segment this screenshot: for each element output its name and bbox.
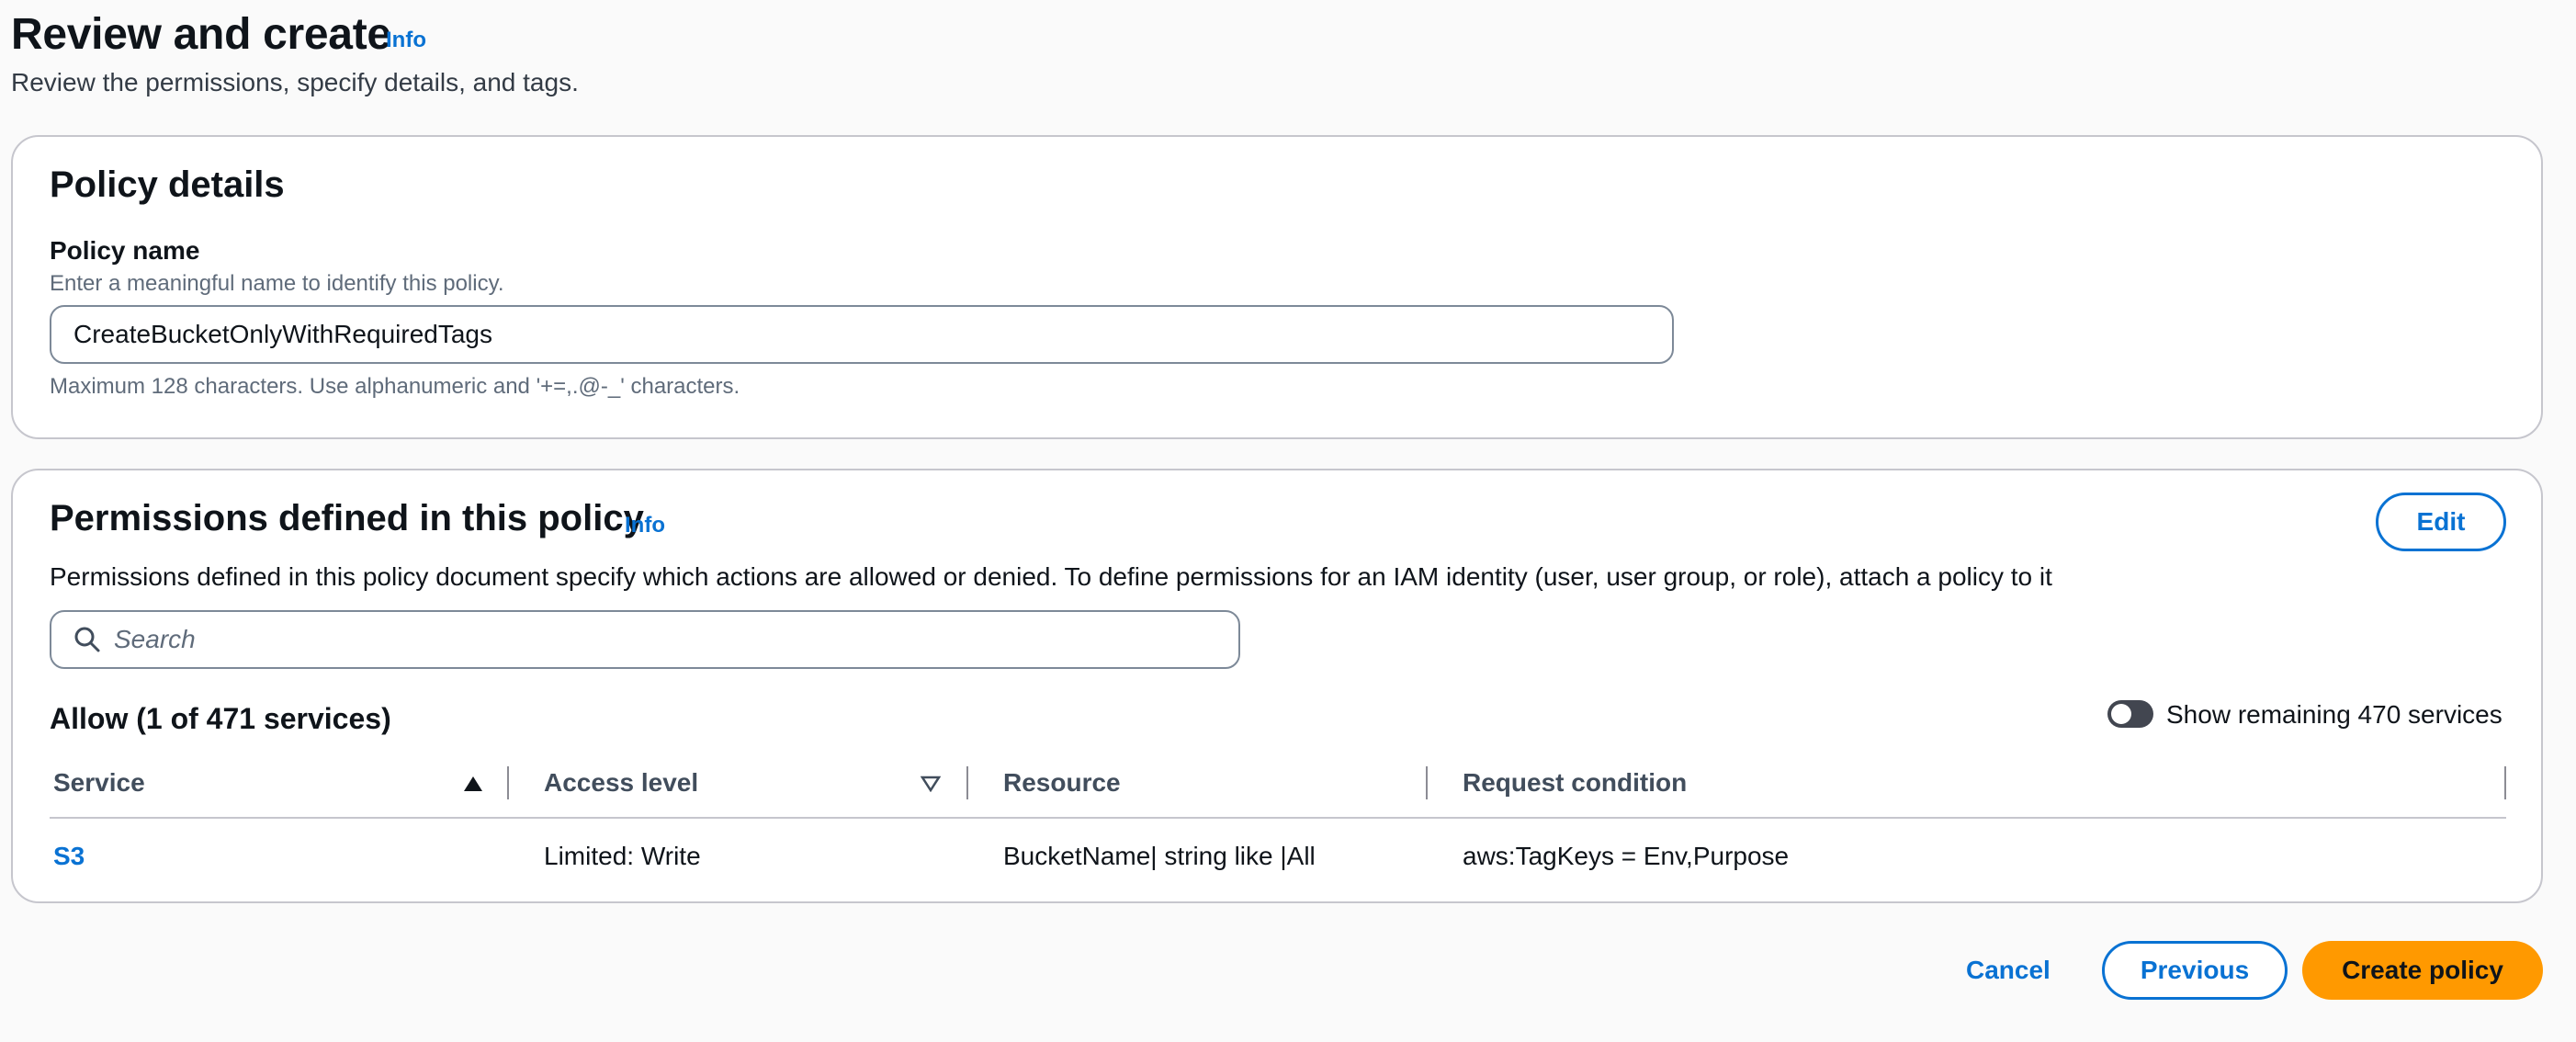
column-divider[interactable] xyxy=(2504,766,2506,799)
column-header-service[interactable]: Service xyxy=(53,768,145,798)
permissions-card: Permissions defined in this policy Info … xyxy=(11,469,2543,903)
column-header-resource[interactable]: Resource xyxy=(1003,768,1121,798)
sort-ascending-icon[interactable] xyxy=(463,776,483,797)
search-placeholder: Search xyxy=(114,625,196,653)
resource-cell: BucketName| string like |All xyxy=(1003,842,1316,870)
toggle-knob xyxy=(2111,704,2131,724)
sort-descending-icon[interactable] xyxy=(920,776,942,797)
request-condition-cell: aws:TagKeys = Env,Purpose xyxy=(1463,842,1790,870)
allow-heading: Allow (1 of 471 services) xyxy=(50,702,391,735)
column-divider[interactable] xyxy=(1426,766,1428,799)
table-header-divider xyxy=(50,817,2506,819)
column-header-request-condition[interactable]: Request condition xyxy=(1463,768,1687,798)
search-input[interactable]: Search xyxy=(50,610,1240,669)
column-divider[interactable] xyxy=(507,766,509,799)
show-remaining-toggle[interactable] xyxy=(2107,700,2153,728)
search-icon xyxy=(73,626,101,653)
policy-details-card: Policy details Policy name Enter a meani… xyxy=(11,135,2543,439)
policy-details-title: Policy details xyxy=(50,164,285,205)
edit-button[interactable]: Edit xyxy=(2376,493,2506,551)
service-link-s3[interactable]: S3 xyxy=(53,842,85,871)
permissions-title: Permissions defined in this policy xyxy=(50,498,644,538)
policy-name-input[interactable]: CreateBucketOnlyWithRequiredTags xyxy=(50,305,1674,364)
show-remaining-label: Show remaining 470 services xyxy=(2166,700,2503,729)
access-level-cell: Limited: Write xyxy=(544,842,701,870)
previous-button[interactable]: Previous xyxy=(2102,941,2288,1000)
policy-name-constraint: Maximum 128 characters. Use alphanumeric… xyxy=(50,374,740,399)
create-policy-button[interactable]: Create policy xyxy=(2302,941,2543,1000)
page-title: Review and create xyxy=(11,10,391,59)
page-description: Review the permissions, specify details,… xyxy=(11,68,579,96)
header-info-link[interactable]: Info xyxy=(386,28,426,53)
permissions-description: Permissions defined in this policy docum… xyxy=(50,562,2052,591)
column-header-access-level[interactable]: Access level xyxy=(544,768,698,798)
policy-name-description: Enter a meaningful name to identify this… xyxy=(50,271,504,296)
cancel-button[interactable]: Cancel xyxy=(1966,956,2051,985)
policy-name-label: Policy name xyxy=(50,236,200,265)
policy-name-value: CreateBucketOnlyWithRequiredTags xyxy=(73,320,492,348)
permissions-info-link[interactable]: Info xyxy=(625,513,665,538)
column-divider[interactable] xyxy=(966,766,968,799)
